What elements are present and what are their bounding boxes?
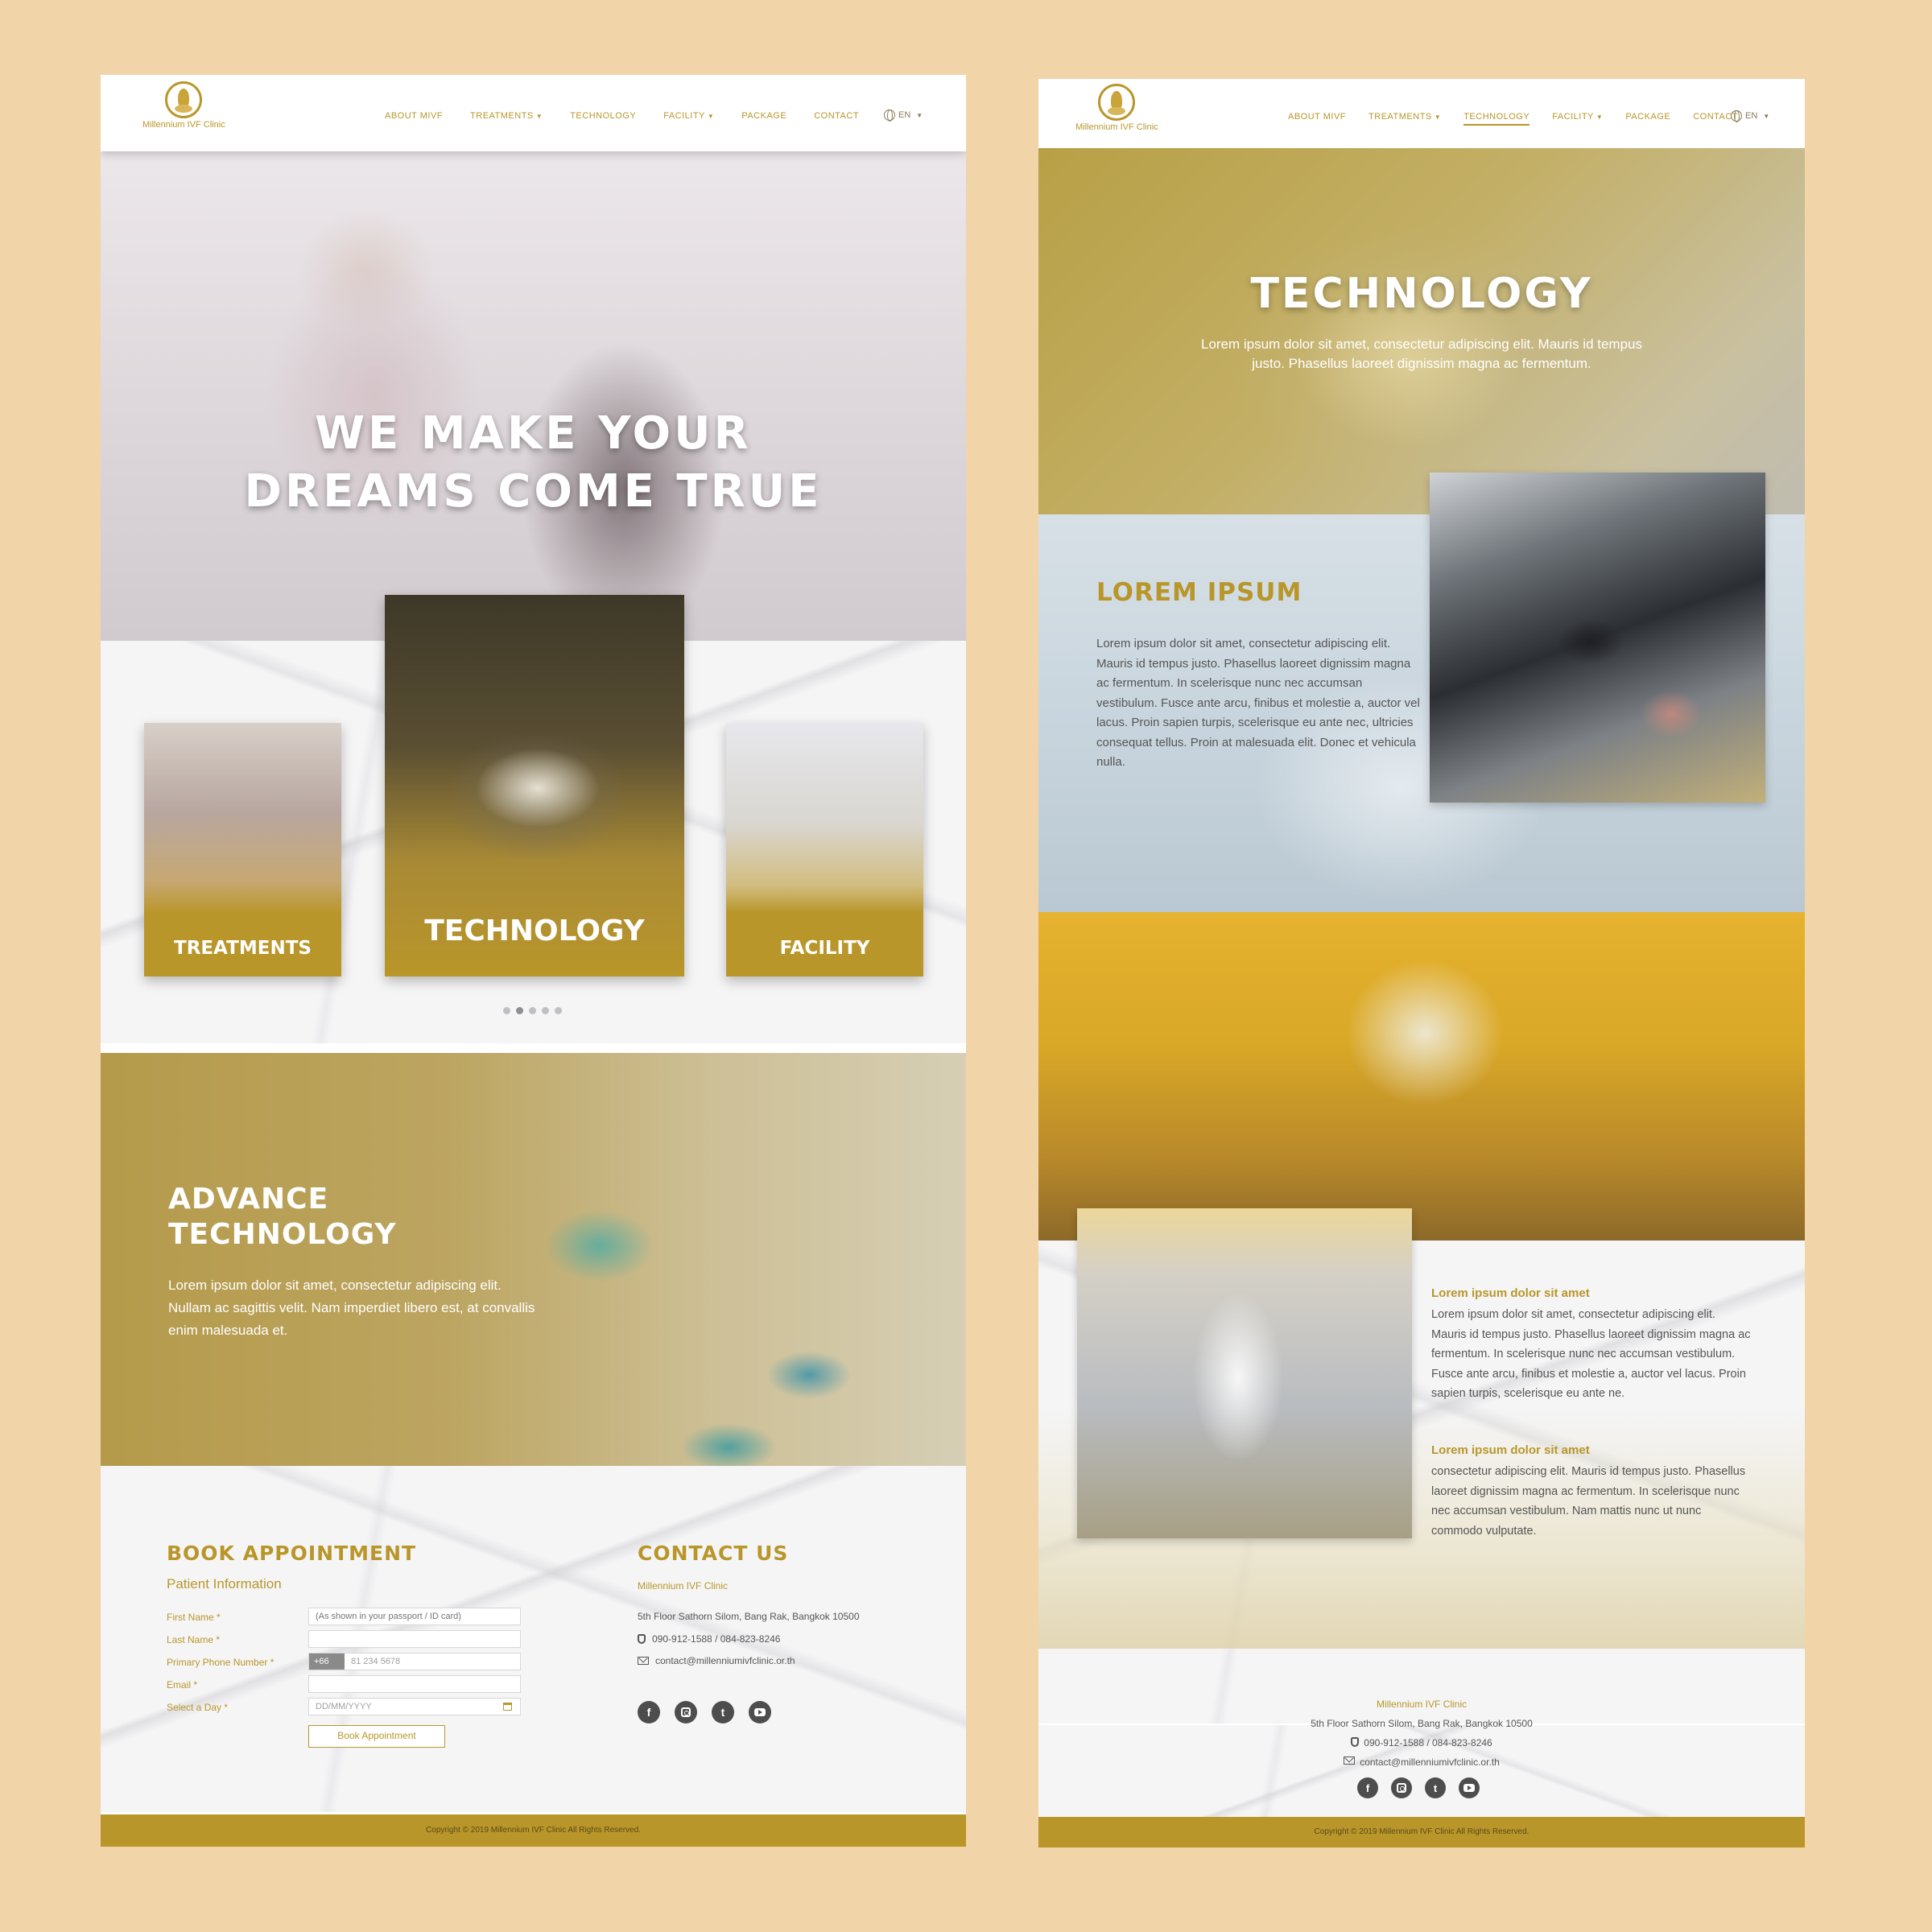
contact-clinic-name: Millennium IVF Clinic [638, 1580, 729, 1591]
youtube-icon[interactable] [1459, 1777, 1480, 1798]
technology-hero-body: Lorem ipsum dolor sit amet, consectetur … [1200, 336, 1642, 371]
instagram-icon[interactable] [1391, 1777, 1412, 1798]
top-navigation: Millennium IVF Clinic ABOUT MIVF TREATME… [1038, 79, 1805, 148]
instagram-icon[interactable] [675, 1701, 697, 1724]
technology-hero [1038, 148, 1805, 514]
footer-clinic-name: Millennium IVF Clinic [1376, 1699, 1468, 1710]
caret-down-icon: ▼ [916, 111, 923, 119]
nav-facility[interactable]: FACILITY ▼ [1552, 112, 1603, 122]
facebook-icon[interactable]: f [638, 1701, 660, 1724]
advance-body: Lorem ipsum dolor sit amet, consectetur … [168, 1278, 535, 1338]
lab-image [1038, 912, 1805, 1241]
copyright-bar: Copyright © 2019 Millennium IVF Clinic A… [1038, 1817, 1805, 1847]
email-field[interactable] [308, 1675, 521, 1693]
card-technology[interactable]: TECHNOLOGY [385, 595, 684, 976]
block1-body: Lorem ipsum dolor sit amet, consectetur … [1431, 1308, 1751, 1400]
carousel-dot[interactable] [503, 1007, 510, 1014]
phone-field[interactable]: +66 81 234 5678 [308, 1653, 521, 1670]
technology-page-mockup: Millennium IVF Clinic ABOUT MIVF TREATME… [1038, 79, 1805, 1847]
email-label: Email * [167, 1679, 198, 1690]
carousel-dots [503, 1007, 562, 1014]
clinic-logo[interactable]: Millennium IVF Clinic [142, 81, 225, 130]
section-body: Lorem ipsum dolor sit amet, consectetur … [1096, 637, 1420, 769]
book-appointment-button[interactable]: Book Appointment [308, 1725, 445, 1748]
carousel-dot[interactable] [542, 1007, 549, 1014]
facebook-icon[interactable]: f [1357, 1777, 1378, 1798]
mail-icon [638, 1657, 649, 1665]
advance-technology-section: ADVANCE TECHNOLOGY Lorem ipsum dolor sit… [101, 1053, 966, 1466]
block2-body: consectetur adipiscing elit. Mauris id t… [1431, 1465, 1746, 1538]
nav-treatments[interactable]: TREATMENTS ▼ [470, 111, 543, 121]
block1-title: Lorem ipsum dolor sit amet [1431, 1286, 1590, 1300]
first-name-field[interactable] [308, 1608, 521, 1625]
twitter-icon[interactable]: t [1425, 1777, 1446, 1798]
social-links: f t [1357, 1777, 1480, 1798]
caret-down-icon: ▼ [1434, 114, 1442, 121]
phone-label: Primary Phone Number * [167, 1657, 275, 1668]
microscope-image [1430, 473, 1765, 803]
contact-email[interactable]: contact@millenniumivfclinic.or.th [638, 1655, 795, 1666]
carousel-dot[interactable] [555, 1007, 562, 1014]
contact-address: 5th Floor Sathorn Silom, Bang Rak, Bangk… [638, 1611, 860, 1622]
language-selector[interactable]: EN ▼ [1731, 110, 1769, 122]
nav-treatments[interactable]: TREATMENTS ▼ [1368, 112, 1441, 122]
logo-text: Millennium IVF Clinic [1075, 122, 1158, 132]
nav-package[interactable]: PACKAGE [741, 111, 786, 121]
booking-contact-section [101, 1466, 966, 1812]
logo-text: Millennium IVF Clinic [142, 120, 225, 130]
date-picker-field[interactable]: DD/MM/YYYY [308, 1698, 521, 1715]
globe-icon [884, 109, 895, 122]
nav-about[interactable]: ABOUT MIVF [1288, 112, 1346, 122]
footer-phone: 090-912-1588 / 084-823-8246 [1038, 1737, 1805, 1748]
advance-title: ADVANCE TECHNOLOGY [168, 1183, 397, 1251]
twitter-icon[interactable]: t [712, 1701, 734, 1724]
first-name-label: First Name * [167, 1612, 221, 1623]
caret-down-icon: ▼ [1763, 112, 1770, 120]
nav-about[interactable]: ABOUT MIVF [385, 111, 443, 121]
nav-technology-active[interactable]: TECHNOLOGY [1463, 112, 1530, 126]
contact-title: CONTACT US [638, 1542, 789, 1565]
caret-down-icon: ▼ [1596, 114, 1604, 121]
hero-title: WE MAKE YOUR DREAMS COME TRUE [244, 407, 823, 518]
last-name-field[interactable] [308, 1630, 521, 1648]
main-menu: ABOUT MIVF TREATMENTS ▼ TECHNOLOGY FACILI… [385, 111, 859, 121]
booking-title: BOOK APPOINTMENT [167, 1542, 417, 1565]
logo-icon [165, 81, 203, 118]
phone-icon [638, 1634, 646, 1644]
technology-hero-title: TECHNOLOGY [1250, 270, 1593, 318]
logo-icon [1098, 84, 1136, 121]
youtube-icon[interactable] [749, 1701, 771, 1724]
copyright-bar: Copyright © 2019 Millennium IVF Clinic A… [101, 1814, 966, 1847]
contact-phone: 090-912-1588 / 084-823-8246 [638, 1633, 780, 1645]
card-treatments[interactable]: TREATMENTS [144, 723, 341, 976]
home-page-mockup: Millennium IVF Clinic ABOUT MIVF TREATME… [101, 75, 966, 1847]
lab-microscope-image [1077, 1208, 1412, 1538]
footer-email[interactable]: contact@millenniumivfclinic.or.th [1038, 1757, 1805, 1768]
footer-address: 5th Floor Sathorn Silom, Bang Rak, Bangk… [1311, 1718, 1533, 1729]
top-navigation: Millennium IVF Clinic ABOUT MIVF TREATME… [101, 75, 966, 151]
nav-technology[interactable]: TECHNOLOGY [570, 111, 636, 121]
caret-down-icon: ▼ [535, 113, 543, 120]
phone-icon [1351, 1737, 1360, 1747]
mail-icon [1344, 1757, 1356, 1765]
caret-down-icon: ▼ [707, 113, 715, 120]
carousel-dot[interactable] [529, 1007, 536, 1014]
block2-title: Lorem ipsum dolor sit amet [1431, 1443, 1590, 1457]
nav-facility[interactable]: FACILITY ▼ [663, 111, 714, 121]
card-facility[interactable]: FACILITY [726, 723, 923, 976]
main-menu: ABOUT MIVF TREATMENTS ▼ TECHNOLOGY FACILI… [1288, 112, 1738, 126]
carousel-dot-active[interactable] [516, 1007, 523, 1014]
calendar-icon [503, 1703, 512, 1711]
nav-package[interactable]: PACKAGE [1625, 112, 1670, 122]
nav-contact[interactable]: CONTACT [814, 111, 859, 121]
phone-prefix: +66 [309, 1653, 345, 1670]
globe-icon [1731, 110, 1742, 122]
day-label: Select a Day * [167, 1702, 229, 1713]
language-selector[interactable]: EN ▼ [884, 109, 923, 122]
booking-subtitle: Patient Information [167, 1576, 282, 1591]
section-title: LOREM IPSUM [1096, 578, 1302, 607]
last-name-label: Last Name * [167, 1634, 221, 1645]
social-links: f t [638, 1701, 771, 1724]
clinic-logo[interactable]: Millennium IVF Clinic [1075, 84, 1158, 132]
